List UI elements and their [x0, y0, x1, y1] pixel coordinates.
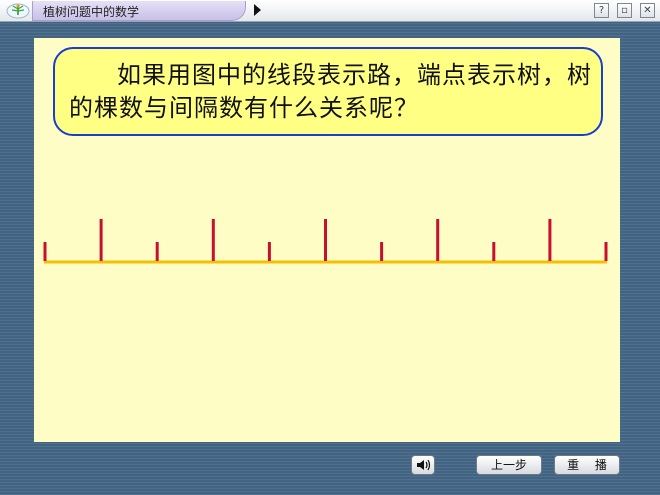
tree-ticks — [43, 219, 608, 261]
replay-button[interactable]: 重 播 — [554, 455, 620, 475]
line-segment-diagram — [43, 219, 608, 264]
speaker-icon — [417, 459, 431, 471]
speaker-button[interactable] — [411, 455, 435, 475]
previous-step-button[interactable]: 上一步 — [476, 455, 542, 475]
